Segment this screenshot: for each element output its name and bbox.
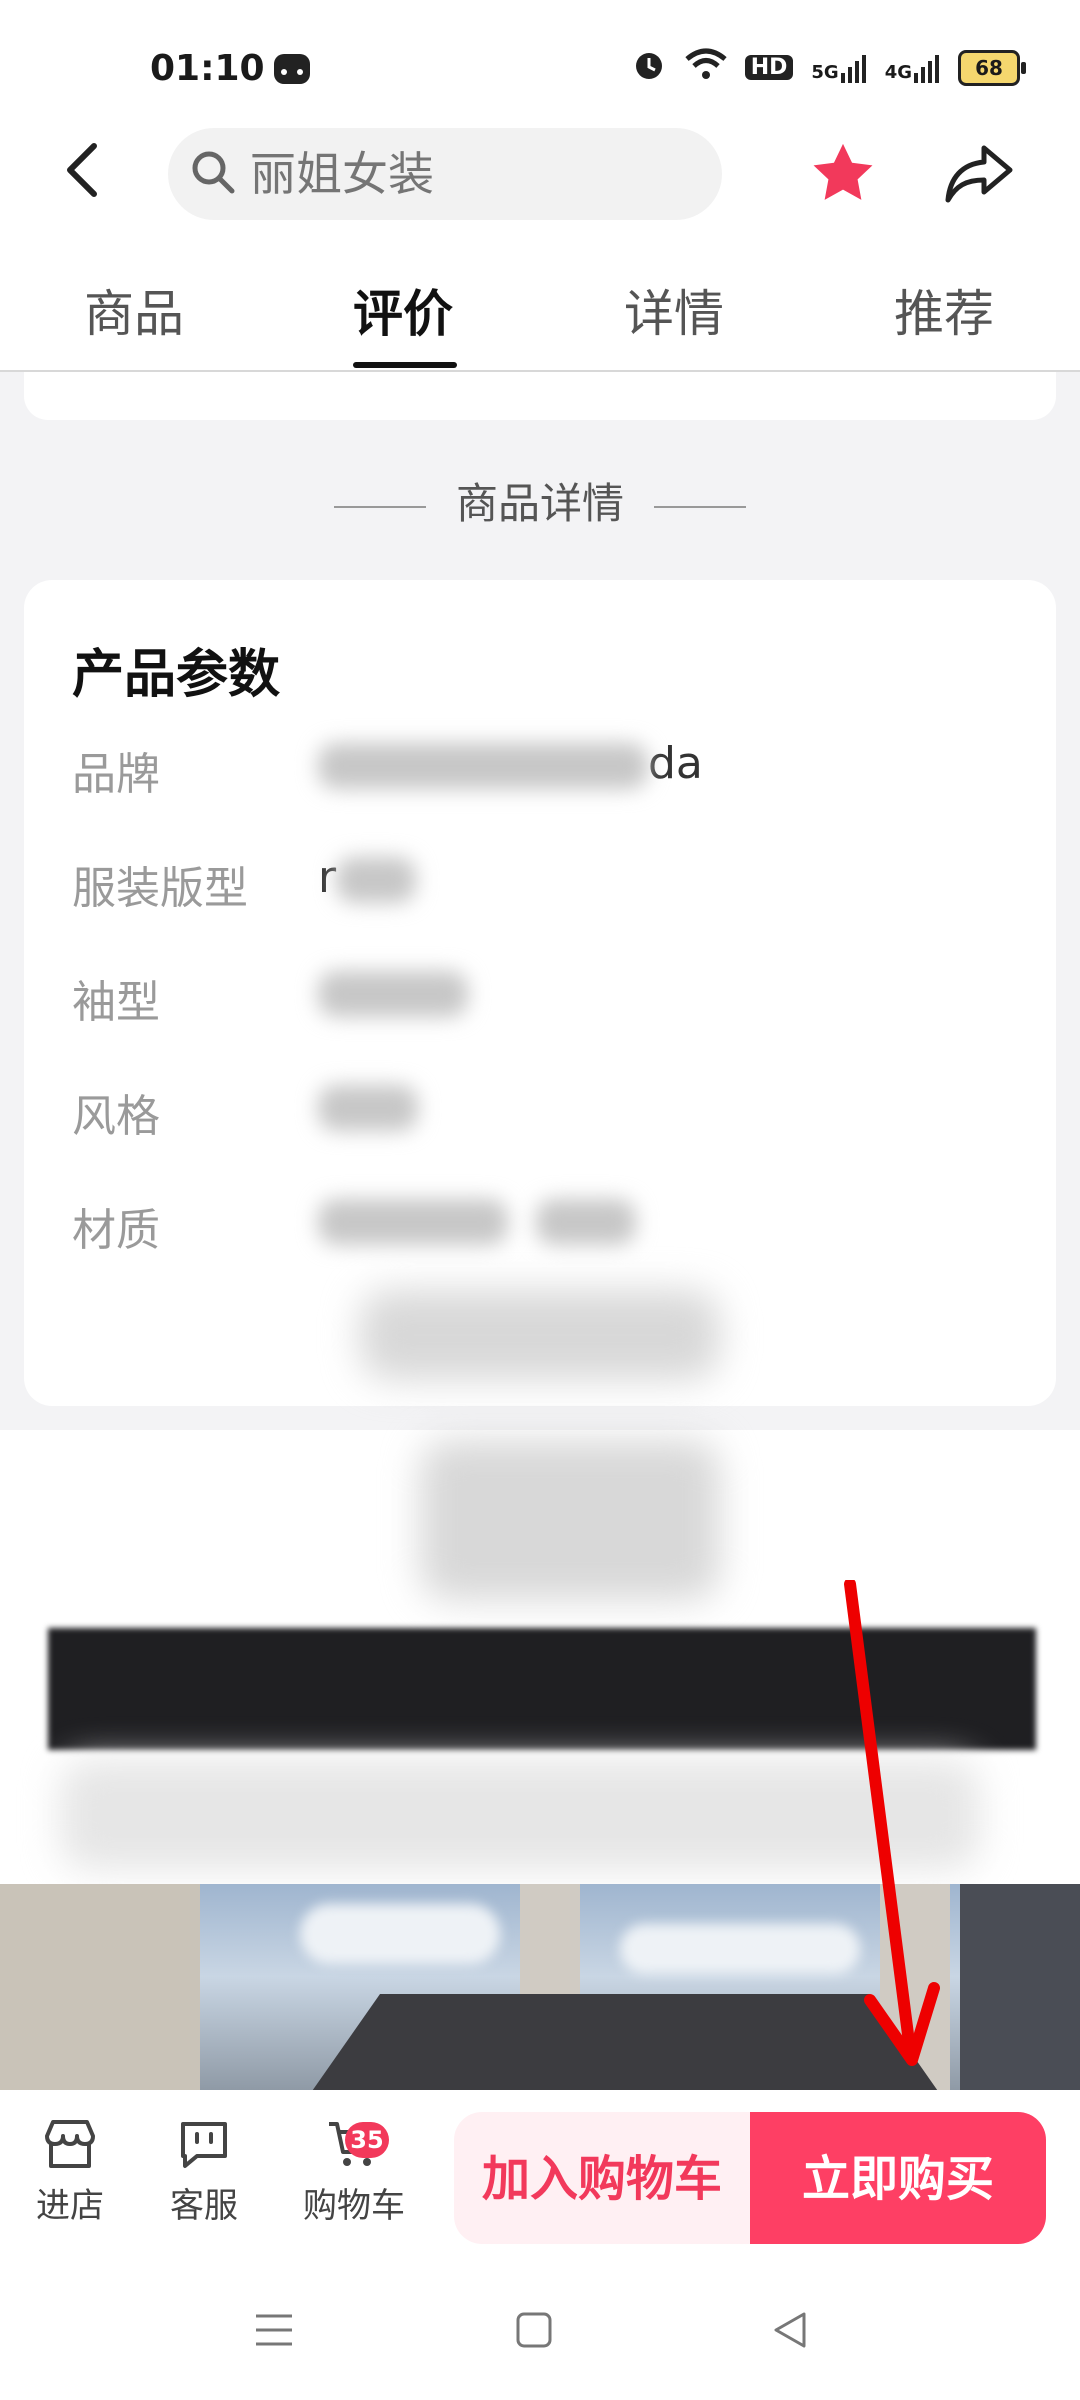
param-value-sleeve xyxy=(318,966,468,1017)
store-button[interactable]: 进店 xyxy=(10,2118,130,2227)
previous-card-bottom xyxy=(24,372,1056,420)
home-nav-button[interactable] xyxy=(514,2310,554,2354)
favorite-star-icon[interactable] xyxy=(808,138,878,212)
params-title: 产品参数 xyxy=(72,645,281,705)
tab-recommend[interactable]: 推荐 xyxy=(894,274,994,346)
search-icon xyxy=(188,147,248,201)
share-icon[interactable] xyxy=(944,142,1016,208)
search-input[interactable] xyxy=(248,146,692,202)
signal-4g-icon: 4G xyxy=(885,53,940,83)
cart-label: 购物车 xyxy=(303,2186,405,2226)
active-tab-indicator xyxy=(353,362,457,368)
back-triangle-icon xyxy=(774,2312,806,2348)
tab-details[interactable]: 详情 xyxy=(624,274,724,346)
back-nav-button[interactable] xyxy=(770,2310,810,2354)
menu-icon xyxy=(256,2314,292,2346)
menu-nav-button[interactable] xyxy=(254,2312,294,2352)
tab-product[interactable]: 商品 xyxy=(84,274,184,346)
wifi-icon xyxy=(685,47,727,88)
search-bar[interactable] xyxy=(168,128,722,220)
add-to-cart-button[interactable]: 加入购物车 xyxy=(454,2112,750,2244)
hd-icon: HD xyxy=(744,55,794,80)
status-icons: HD 5G 4G 68 xyxy=(631,46,1026,89)
param-label-fit: 服装版型 xyxy=(72,863,248,914)
param-label-sleeve: 袖型 xyxy=(72,977,160,1028)
buy-now-button[interactable]: 立即购买 xyxy=(750,2112,1046,2244)
param-value-style xyxy=(318,1080,418,1131)
cart-count-badge: 35 xyxy=(345,2122,389,2158)
battery-indicator: 68 xyxy=(958,49,1026,86)
back-button[interactable] xyxy=(62,140,102,215)
param-label-brand: 品牌 xyxy=(72,749,160,800)
customer-service-button[interactable]: 客服 xyxy=(144,2118,264,2227)
tab-reviews[interactable]: 评价 xyxy=(353,274,453,346)
home-square-icon xyxy=(516,2312,552,2348)
divider-line xyxy=(654,505,746,508)
system-nav-bar xyxy=(0,2268,1080,2400)
param-value-material xyxy=(318,1194,636,1245)
service-label: 客服 xyxy=(170,2186,238,2226)
signal-5g-icon: 5G xyxy=(811,53,866,83)
store-label: 进店 xyxy=(36,2186,104,2226)
blurred-content xyxy=(420,1440,720,1600)
chat-icon xyxy=(181,2122,227,2168)
status-time: 01:10 xyxy=(150,48,265,89)
param-value-brand: da xyxy=(318,738,703,789)
red-arrow-annotation xyxy=(830,1578,950,2084)
blurred-more-params-button[interactable] xyxy=(360,1290,720,1380)
store-icon xyxy=(45,2120,95,2168)
param-label-style: 风格 xyxy=(72,1091,160,1142)
param-value-fit: r xyxy=(318,852,417,903)
param-label-material: 材质 xyxy=(72,1205,160,1256)
divider-line xyxy=(333,505,426,508)
details-section-title: 商品详情 xyxy=(0,470,1080,531)
alarm-icon xyxy=(631,46,667,89)
status-bar: 01:10 HD 5G 4G 68 xyxy=(0,0,1080,130)
chevron-left-icon xyxy=(67,143,97,197)
notification-icon xyxy=(272,48,312,92)
